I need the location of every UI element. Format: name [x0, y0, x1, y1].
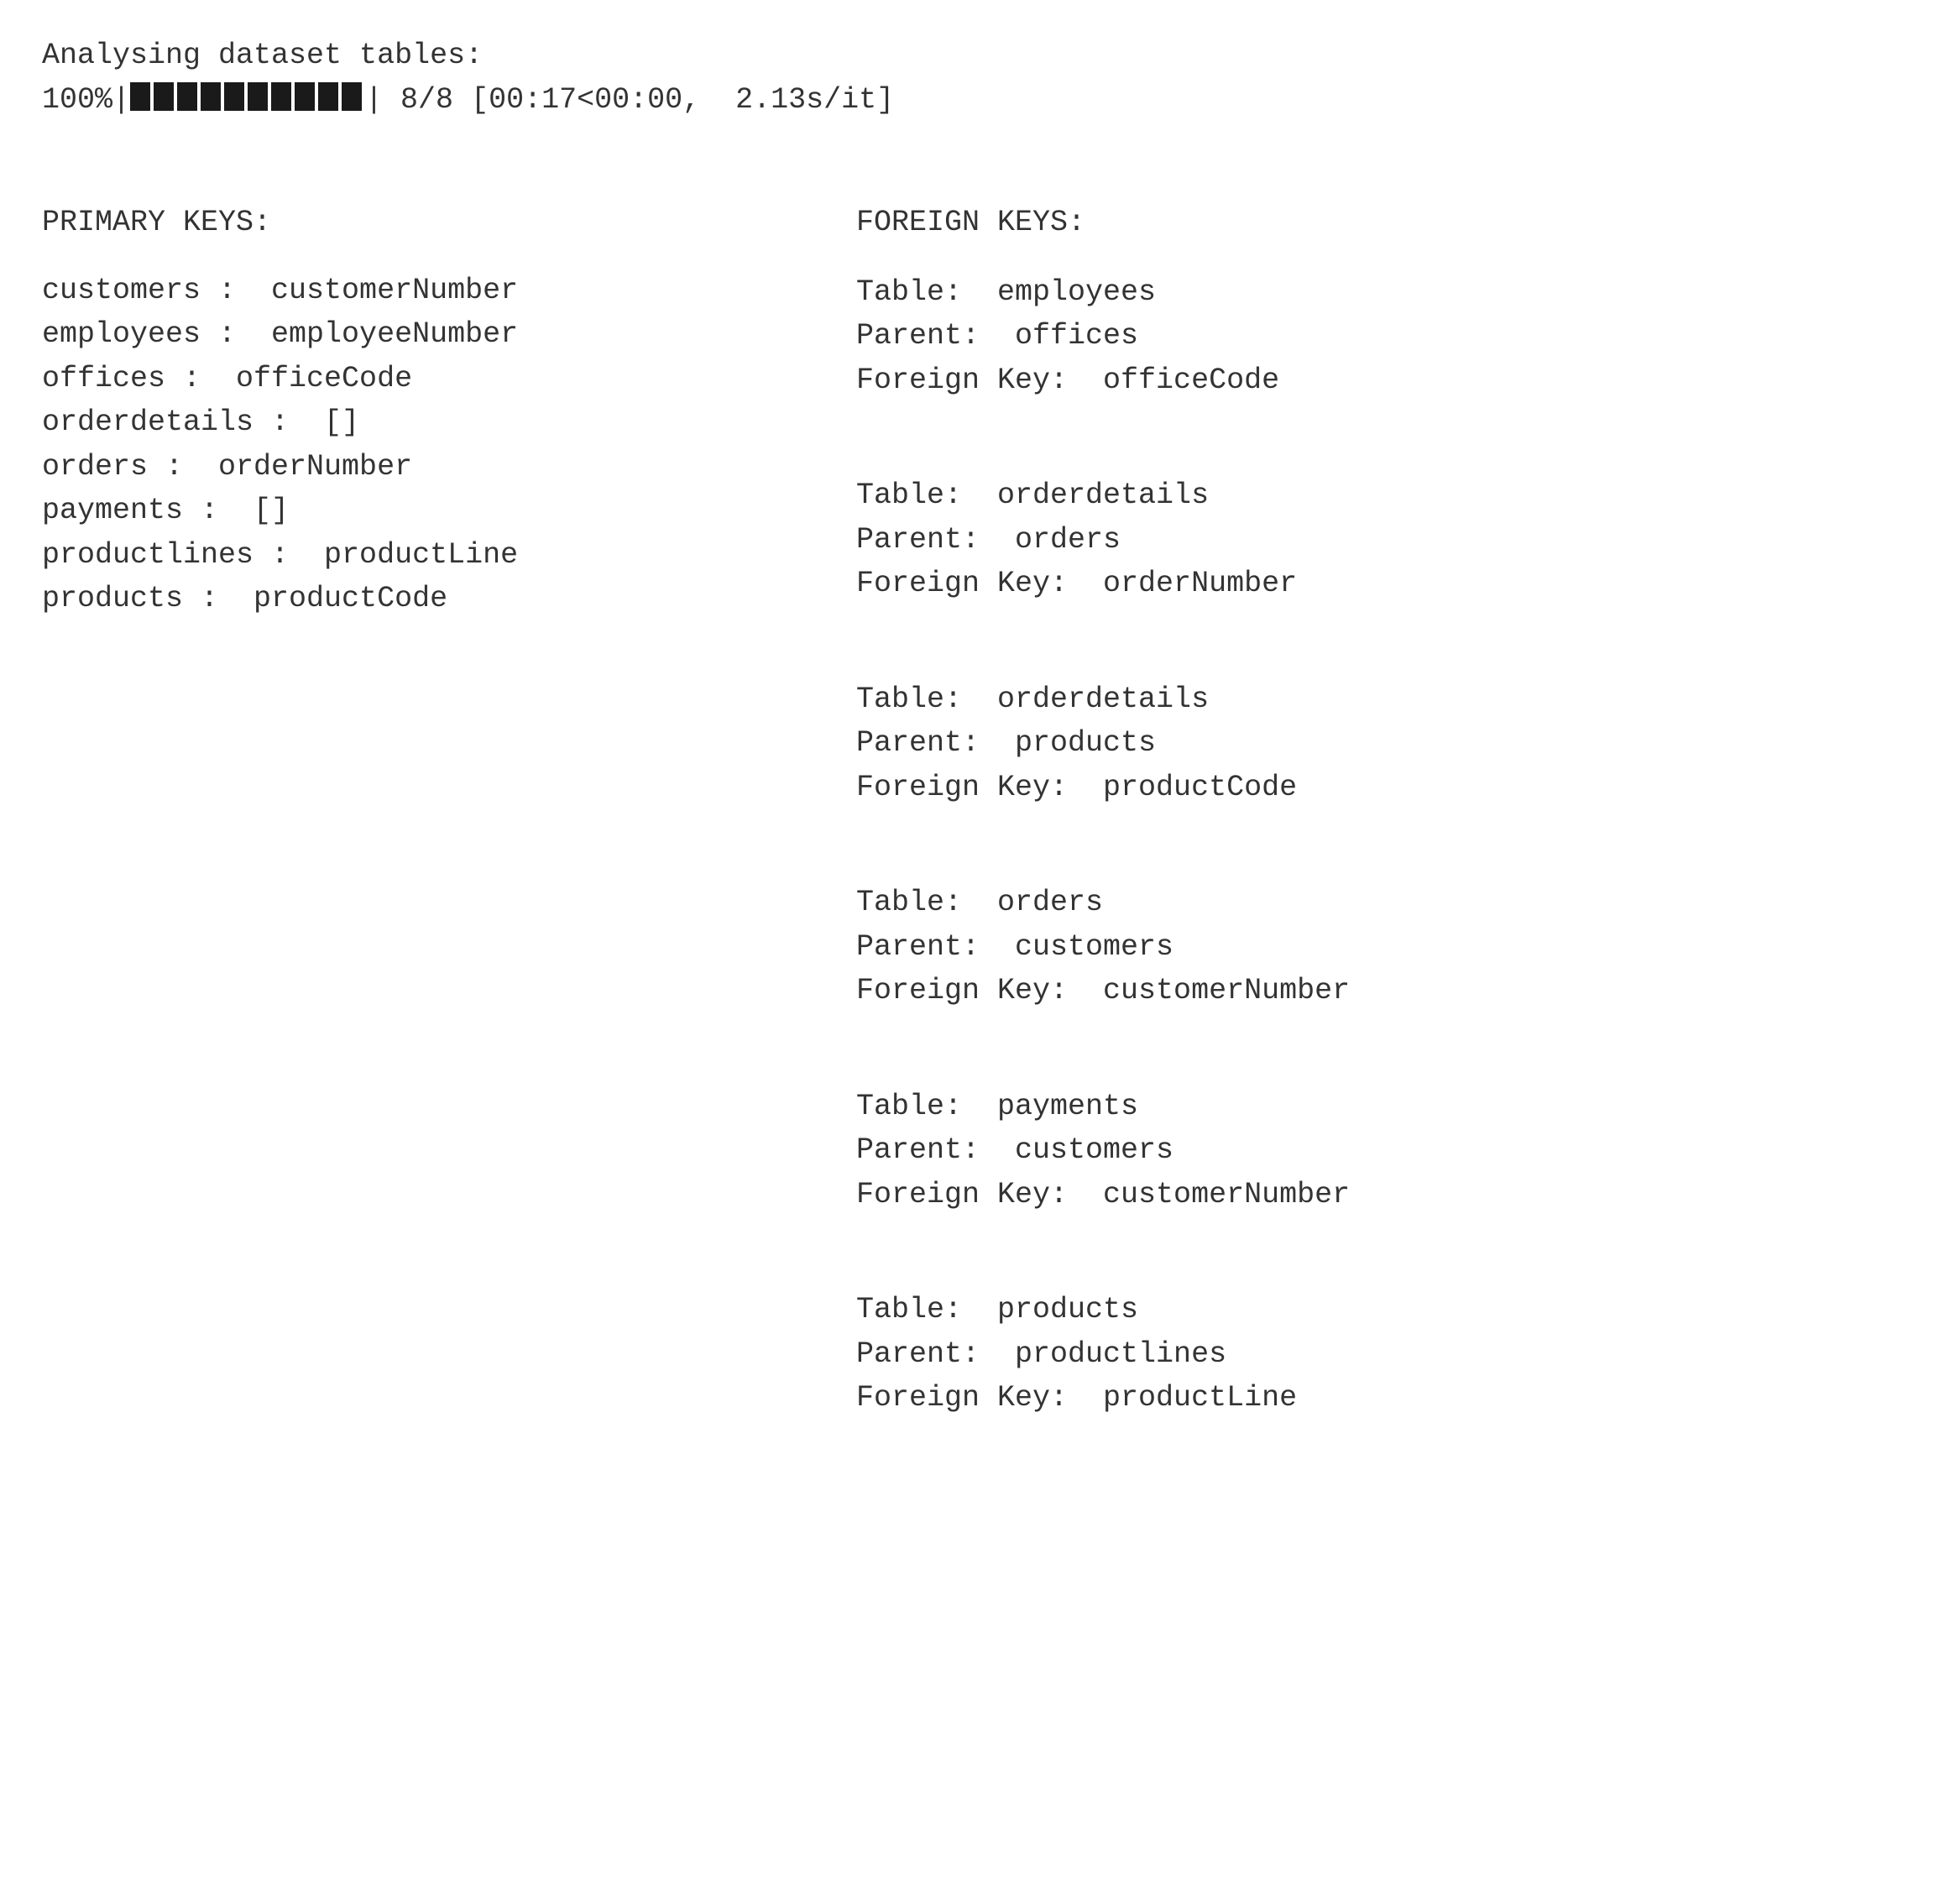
- primary-key-row: orders : orderNumber: [42, 445, 823, 489]
- fk-table-line: Table: payments: [856, 1085, 1892, 1129]
- primary-key-row: customers : customerNumber: [42, 269, 823, 313]
- fk-table-line: Table: products: [856, 1288, 1892, 1332]
- fk-key-line: Foreign Key: customerNumber: [856, 969, 1892, 1013]
- progress-line: 100%|| 8/8 [00:17<00:00, 2.13s/it]: [42, 78, 1892, 126]
- fk-parent-line: Parent: customers: [856, 1128, 1892, 1173]
- primary-key-row: payments : []: [42, 489, 823, 533]
- progress-bar-segment: [224, 82, 244, 111]
- fk-table-line: Table: orders: [856, 881, 1892, 925]
- primary-key-row: productlines : productLine: [42, 533, 823, 578]
- primary-key-row: orderdetails : []: [42, 400, 823, 445]
- fk-table-line: Table: orderdetails: [856, 473, 1892, 518]
- analysis-title: Analysing dataset tables:: [42, 34, 1892, 78]
- progress-bar-segment: [342, 82, 362, 111]
- fk-key-line: Foreign Key: officeCode: [856, 358, 1892, 403]
- fk-parent-line: Parent: offices: [856, 314, 1892, 358]
- progress-bar-segment: [201, 82, 221, 111]
- primary-key-row: offices : officeCode: [42, 357, 823, 401]
- progress-bar-segment: [318, 82, 338, 111]
- fk-key-line: Foreign Key: customerNumber: [856, 1173, 1892, 1217]
- foreign-key-block: Table: ordersParent: customersForeign Ke…: [856, 881, 1892, 1013]
- progress-bar-segment: [295, 82, 315, 111]
- foreign-key-block: Table: orderdetailsParent: productsForei…: [856, 677, 1892, 810]
- keys-columns: PRIMARY KEYS: customers : customerNumber…: [42, 201, 1892, 1492]
- fk-table-line: Table: employees: [856, 270, 1892, 315]
- primary-key-row: employees : employeeNumber: [42, 312, 823, 357]
- fk-parent-line: Parent: customers: [856, 925, 1892, 970]
- fk-parent-line: Parent: productlines: [856, 1332, 1892, 1377]
- progress-bar-segment: [177, 82, 197, 111]
- progress-percent: 100%: [42, 83, 112, 117]
- foreign-key-block: Table: productsParent: productlinesForei…: [856, 1288, 1892, 1420]
- fk-parent-line: Parent: products: [856, 721, 1892, 766]
- foreign-key-block: Table: paymentsParent: customersForeign …: [856, 1085, 1892, 1217]
- foreign-key-block: Table: orderdetailsParent: ordersForeign…: [856, 473, 1892, 606]
- progress-bar-segment: [154, 82, 174, 111]
- primary-keys-list: customers : customerNumberemployees : em…: [42, 269, 823, 621]
- progress-stats: 8/8 [00:17<00:00, 2.13s/it]: [383, 83, 894, 117]
- primary-keys-heading: PRIMARY KEYS:: [42, 201, 823, 245]
- fk-parent-line: Parent: orders: [856, 518, 1892, 562]
- progress-bar-segment: [271, 82, 291, 111]
- fk-key-line: Foreign Key: productCode: [856, 766, 1892, 810]
- foreign-keys-list: Table: employeesParent: officesForeign K…: [856, 270, 1892, 1420]
- progress-bar: [130, 81, 365, 126]
- progress-bar-segment: [248, 82, 268, 111]
- fk-key-line: Foreign Key: orderNumber: [856, 562, 1892, 606]
- fk-key-line: Foreign Key: productLine: [856, 1376, 1892, 1420]
- foreign-key-block: Table: employeesParent: officesForeign K…: [856, 270, 1892, 403]
- progress-bar-segment: [130, 82, 150, 111]
- analysis-header: Analysing dataset tables: 100%|| 8/8 [00…: [42, 34, 1892, 125]
- foreign-keys-column: FOREIGN KEYS: Table: employeesParent: of…: [856, 201, 1892, 1492]
- foreign-keys-heading: FOREIGN KEYS:: [856, 201, 1892, 245]
- primary-key-row: products : productCode: [42, 577, 823, 621]
- primary-keys-column: PRIMARY KEYS: customers : customerNumber…: [42, 201, 823, 1492]
- fk-table-line: Table: orderdetails: [856, 677, 1892, 722]
